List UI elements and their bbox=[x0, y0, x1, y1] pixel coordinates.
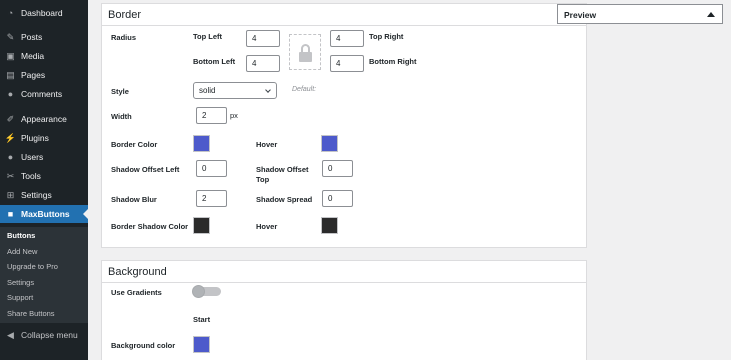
shadow-offset-left-label: Shadow Offset Left bbox=[111, 165, 180, 174]
preview-toggle[interactable]: Preview bbox=[557, 4, 723, 24]
sidebar-item-label: Settings bbox=[21, 190, 52, 200]
collapse-menu-button[interactable]: ◀ Collapse menu bbox=[0, 326, 88, 344]
top-right-radius-input[interactable] bbox=[330, 30, 364, 47]
background-color-label: Background color bbox=[111, 341, 176, 350]
maxbuttons-submenu: Buttons Add New Upgrade to Pro Settings … bbox=[0, 227, 88, 323]
wrench-icon: ✂ bbox=[6, 170, 15, 181]
submenu-item-settings[interactable]: Settings bbox=[7, 278, 34, 287]
border-style-value: solid bbox=[199, 86, 216, 95]
comments-icon: ● bbox=[7, 88, 14, 99]
bottom-right-label: Bottom Right bbox=[369, 57, 417, 66]
style-default-hint: Default: bbox=[292, 86, 317, 93]
use-gradients-toggle[interactable] bbox=[192, 285, 221, 298]
sidebar-item-maxbuttons[interactable]: ■ MaxButtons bbox=[0, 205, 88, 223]
sidebar-item-plugins[interactable]: ⚡ Plugins bbox=[0, 129, 88, 147]
width-unit: px bbox=[230, 111, 238, 120]
sidebar-item-pages[interactable]: ▤ Pages bbox=[0, 66, 88, 84]
sidebar-item-label: Dashboard bbox=[21, 8, 63, 18]
shadow-offset-top-input[interactable] bbox=[322, 160, 353, 177]
shadow-offset-left-input[interactable] bbox=[196, 160, 227, 177]
collapse-triangle-icon bbox=[707, 12, 715, 17]
width-label: Width bbox=[111, 112, 132, 121]
collapse-menu-label: Collapse menu bbox=[21, 330, 78, 340]
top-left-label: Top Left bbox=[193, 32, 223, 41]
top-right-label: Top Right bbox=[369, 32, 404, 41]
shadow-spread-label: Shadow Spread bbox=[256, 195, 313, 204]
border-color-swatch[interactable] bbox=[193, 135, 210, 152]
radius-lock-toggle[interactable] bbox=[289, 34, 321, 70]
shadow-offset-top-label: Shadow Offset Top bbox=[256, 165, 309, 184]
shadow-hover-color-swatch[interactable] bbox=[321, 217, 338, 234]
sidebar-item-label: Appearance bbox=[21, 114, 67, 124]
toggle-knob bbox=[192, 285, 205, 298]
sidebar-item-posts[interactable]: ✎ Posts bbox=[0, 28, 88, 46]
maxbuttons-icon: ■ bbox=[7, 208, 14, 219]
shadow-spread-input[interactable] bbox=[322, 190, 353, 207]
hover-color-swatch[interactable] bbox=[321, 135, 338, 152]
shadow-hover-color-label: Hover bbox=[256, 222, 278, 231]
submenu-item-buttons[interactable]: Buttons bbox=[7, 231, 35, 240]
sidebar-item-settings[interactable]: ⊞ Settings bbox=[0, 186, 88, 204]
border-shadow-color-label: Border Shadow Color bbox=[111, 222, 189, 231]
border-panel-header: Border bbox=[102, 4, 586, 26]
background-panel-header: Background bbox=[102, 261, 586, 283]
background-panel-title: Background bbox=[108, 266, 167, 278]
chevron-down-icon bbox=[265, 87, 271, 93]
pin-icon: ✎ bbox=[6, 31, 15, 42]
gradient-start-label: Start bbox=[193, 315, 211, 324]
dashboard-icon: ◔ bbox=[7, 7, 14, 18]
sidebar-item-comments[interactable]: ● Comments bbox=[0, 85, 88, 103]
preview-title: Preview bbox=[564, 10, 597, 20]
sidebar-item-appearance[interactable]: ✐ Appearance bbox=[0, 110, 88, 128]
users-icon: ● bbox=[7, 151, 14, 162]
lock-icon-body bbox=[299, 52, 312, 62]
submenu-item-share-buttons[interactable]: Share Buttons bbox=[7, 309, 55, 318]
sidebar-item-media[interactable]: ▣ Media bbox=[0, 47, 88, 65]
sidebar-item-label: Pages bbox=[21, 70, 46, 80]
hover-color-label: Hover bbox=[256, 140, 278, 149]
collapse-icon: ◀ bbox=[7, 329, 14, 340]
brush-icon: ✐ bbox=[6, 113, 15, 124]
border-color-label: Border Color bbox=[111, 140, 158, 149]
shadow-blur-label: Shadow Blur bbox=[111, 195, 157, 204]
media-icon: ▣ bbox=[6, 50, 15, 61]
background-color-swatch[interactable] bbox=[193, 336, 210, 353]
border-width-input[interactable] bbox=[196, 107, 227, 124]
sidebar-item-tools[interactable]: ✂ Tools bbox=[0, 167, 88, 185]
sidebar-item-label: Posts bbox=[21, 32, 43, 42]
sidebar-item-label: Media bbox=[21, 51, 45, 61]
radius-label: Radius bbox=[111, 33, 137, 42]
sidebar-item-label: Users bbox=[21, 152, 44, 162]
sidebar-item-label: MaxButtons bbox=[21, 209, 70, 219]
submenu-item-upgrade[interactable]: Upgrade to Pro bbox=[7, 262, 58, 271]
use-gradients-label: Use Gradients bbox=[111, 288, 162, 297]
border-panel-title: Border bbox=[108, 9, 142, 21]
admin-sidebar: ◔ Dashboard ✎ Posts ▣ Media ▤ Pages ● Co… bbox=[0, 0, 88, 360]
border-shadow-color-swatch[interactable] bbox=[193, 217, 210, 234]
sidebar-item-dashboard[interactable]: ◔ Dashboard bbox=[0, 4, 88, 22]
sidebar-item-label: Tools bbox=[21, 171, 41, 181]
plugin-icon: ⚡ bbox=[4, 132, 17, 143]
sidebar-item-label: Comments bbox=[21, 89, 63, 99]
bottom-right-radius-input[interactable] bbox=[330, 55, 364, 72]
bottom-left-radius-input[interactable] bbox=[246, 55, 280, 72]
border-style-select[interactable]: solid bbox=[193, 82, 277, 99]
sidebar-item-label: Plugins bbox=[21, 133, 49, 143]
submenu-item-support[interactable]: Support bbox=[7, 293, 33, 302]
submenu-item-add-new[interactable]: Add New bbox=[7, 247, 37, 256]
sidebar-item-users[interactable]: ● Users bbox=[0, 148, 88, 166]
shadow-blur-input[interactable] bbox=[196, 190, 227, 207]
style-label: Style bbox=[111, 87, 129, 96]
active-menu-arrow bbox=[83, 209, 88, 219]
bottom-left-label: Bottom Left bbox=[193, 57, 236, 66]
pages-icon: ▤ bbox=[6, 69, 15, 80]
top-left-radius-input[interactable] bbox=[246, 30, 280, 47]
settings-icon: ⊞ bbox=[6, 189, 15, 200]
